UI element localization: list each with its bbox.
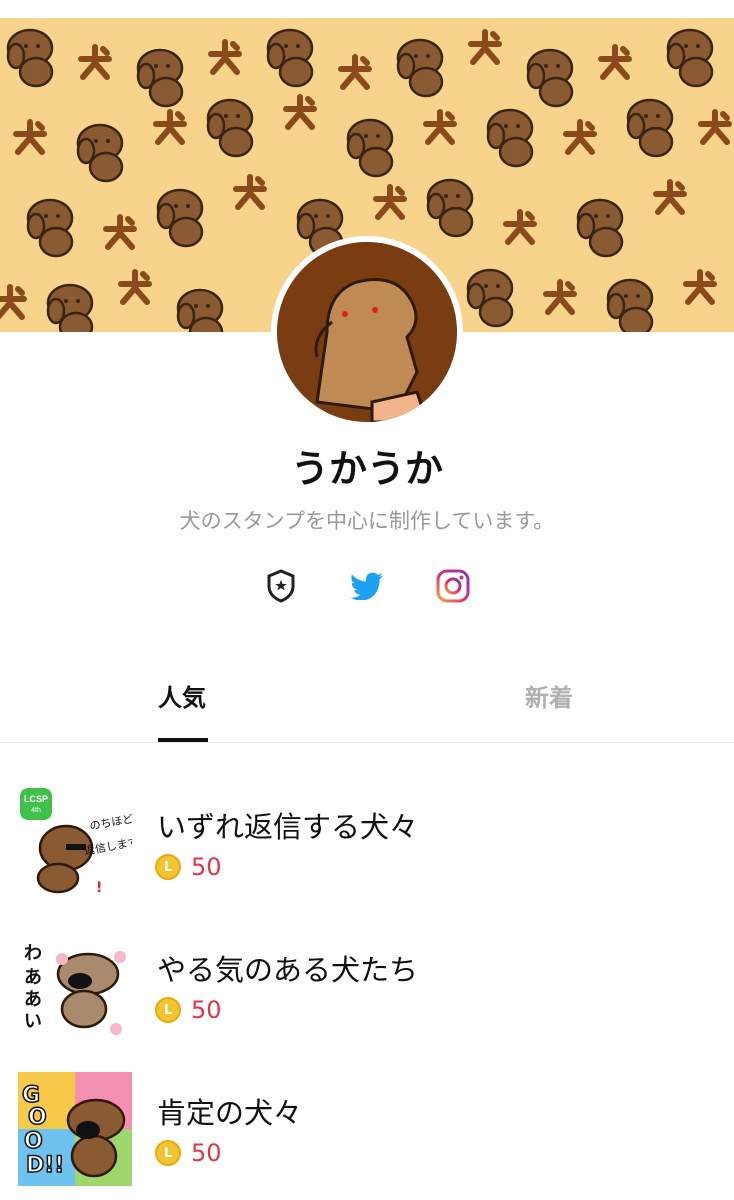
avatar-image xyxy=(277,242,457,422)
tab-popular[interactable]: 人気 xyxy=(158,678,206,713)
active-tab-indicator xyxy=(158,738,208,742)
tab-new[interactable]: 新着 xyxy=(525,678,573,713)
shield-star-icon[interactable] xyxy=(261,566,301,606)
lcsp-badge: LCSP xyxy=(24,794,48,804)
price-row: L 50 xyxy=(155,852,222,882)
sticker-thumbnail: わ あ あ い xyxy=(18,929,132,1043)
price-row: L 50 xyxy=(155,1138,222,1168)
price-row: L 50 xyxy=(155,995,222,1025)
line-coin-icon: L xyxy=(155,1140,181,1166)
svg-text:O: O xyxy=(28,1105,47,1130)
social-links xyxy=(0,566,734,606)
sticker-title: いずれ返信する犬々 xyxy=(157,810,419,844)
svg-text:い: い xyxy=(24,1011,42,1032)
list-item[interactable]: LCSP 4th のちほど 返信します ! いずれ返信する犬々 L 50 xyxy=(0,770,734,900)
sticker-price: 50 xyxy=(191,1139,222,1167)
sticker-thumbnail: LCSP 4th のちほど 返信します ! xyxy=(18,786,132,900)
sticker-title: やる気のある犬たち xyxy=(157,953,419,987)
svg-text:O: O xyxy=(24,1129,43,1154)
svg-text:あ: あ xyxy=(24,989,42,1010)
instagram-icon[interactable] xyxy=(433,566,473,606)
tab-bar: 人気 新着 xyxy=(0,660,734,743)
creator-name: うかうか xyxy=(290,447,443,491)
sticker-price: 50 xyxy=(191,853,222,881)
line-coin-icon: L xyxy=(155,997,181,1023)
svg-text:!: ! xyxy=(96,880,102,896)
twitter-icon[interactable] xyxy=(347,566,387,606)
lcsp-badge-sub: 4th xyxy=(31,807,41,814)
sticker-title: 肯定の犬々 xyxy=(157,1096,303,1130)
avatar xyxy=(271,236,463,428)
svg-text:わ: わ xyxy=(24,943,42,964)
list-item[interactable]: わ あ あ い やる気のある犬たち L 50 xyxy=(0,913,734,1043)
list-item[interactable]: G O O D!! 肯定の犬々 L 50 xyxy=(0,1056,734,1186)
sticker-thumbnail: G O O D!! xyxy=(18,1072,132,1186)
sticker-price: 50 xyxy=(191,996,222,1024)
line-coin-icon: L xyxy=(155,854,181,880)
creator-bio: 犬のスタンプを中心に制作しています。 xyxy=(179,509,555,533)
svg-text:あ: あ xyxy=(24,967,42,988)
svg-text:D!!: D!! xyxy=(26,1153,64,1178)
